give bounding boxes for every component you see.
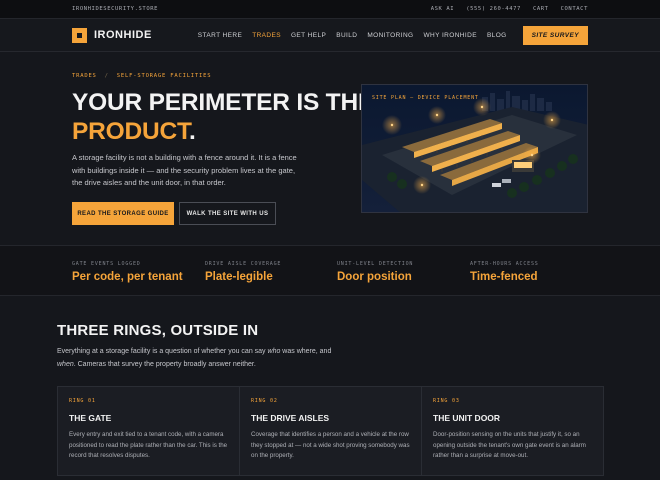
ring-card-drive-aisles: RING 02 THE DRIVE AISLES Coverage that i… — [239, 386, 422, 476]
brand-name: IRONHIDE — [94, 29, 152, 41]
nav-blog[interactable]: BLOG — [487, 32, 507, 39]
intro-emphasis-who: who — [267, 348, 281, 355]
stat-value: Per code, per tenant — [72, 271, 183, 283]
intro-text: was where, and — [280, 348, 332, 355]
hero-title-accent: PRODUCT — [72, 118, 190, 145]
ring-card-gate: RING 01 THE GATE Every entry and exit ti… — [57, 386, 240, 476]
breadcrumb-separator: / — [104, 73, 109, 79]
site-plan-image: SITE PLAN — DEVICE PLACEMENT — [361, 84, 588, 213]
ring-number: RING 01 — [69, 398, 96, 404]
section-intro: Everything at a storage facility is a qu… — [57, 346, 347, 371]
breadcrumb-trades[interactable]: TRADES — [72, 73, 97, 79]
site-survey-button[interactable]: SITE SURVEY — [522, 25, 588, 45]
main-nav: START HERE TRADES GET HELP BUILD MONITOR… — [198, 25, 588, 45]
hero-title-line1: YOUR PERIMETER IS THE — [72, 89, 375, 116]
nav-monitoring[interactable]: MONITORING — [367, 32, 413, 39]
walk-site-button[interactable]: WALK THE SITE WITH US — [179, 202, 276, 225]
stat-after-hours: AFTER-HOURS ACCESS Time-fenced — [470, 261, 539, 283]
ring-description: Door-position sensing on the units that … — [433, 431, 586, 459]
utility-links: ASK AI (555) 260-4477 CART CONTACT — [431, 6, 588, 12]
nav-get-help[interactable]: GET HELP — [291, 32, 326, 39]
stat-label: GATE EVENTS LOGGED — [72, 261, 141, 267]
section-title: THREE RINGS, OUTSIDE IN — [57, 322, 259, 339]
ring-description: Every entry and exit tied to a tenant co… — [69, 431, 228, 459]
phone-link[interactable]: (555) 260-4477 — [466, 6, 521, 12]
nav-why-ironhide[interactable]: WHY IRONHIDE — [424, 32, 477, 39]
logo-icon — [72, 27, 87, 43]
breadcrumb: TRADES / SELF-STORAGE FACILITIES — [72, 73, 211, 79]
intro-text: Everything at a storage facility is a qu… — [57, 348, 268, 355]
ring-card-unit-door: RING 03 THE UNIT DOOR Door-position sens… — [421, 386, 604, 476]
ring-title: THE GATE — [69, 413, 112, 423]
nav-trades[interactable]: TRADES — [252, 32, 281, 39]
brand-logo[interactable]: IRONHIDE — [72, 27, 152, 43]
stat-unit-detection: UNIT-LEVEL DETECTION Door position — [337, 261, 413, 283]
stat-value: Door position — [337, 271, 412, 283]
nav-build[interactable]: BUILD — [336, 32, 357, 39]
hero-title-period: . — [189, 118, 196, 145]
stat-value: Plate-legible — [205, 271, 273, 283]
ring-description: Coverage that identifies a person and a … — [251, 431, 410, 459]
stat-label: DRIVE AISLE COVERAGE — [205, 261, 282, 267]
ask-ai-link[interactable]: ASK AI — [431, 6, 454, 12]
nav-start-here[interactable]: START HERE — [198, 32, 242, 39]
ring-number: RING 03 — [433, 398, 460, 404]
read-guide-button[interactable]: READ THE STORAGE GUIDE — [72, 202, 174, 225]
stat-drive-aisle: DRIVE AISLE COVERAGE Plate-legible — [205, 261, 281, 283]
stat-label: AFTER-HOURS ACCESS — [470, 261, 539, 267]
breadcrumb-current: SELF-STORAGE FACILITIES — [116, 73, 212, 79]
site-plan-illustration — [362, 85, 587, 212]
hero-description: A storage facility is not a building wit… — [72, 153, 297, 187]
hero-title: YOUR PERIMETER IS THE PRODUCT. — [72, 88, 374, 146]
utility-bar: IRONHIDESECURITY.STORE ASK AI (555) 260-… — [0, 0, 660, 19]
intro-text: . Cameras that survey the property broad… — [73, 360, 256, 368]
contact-link[interactable]: CONTACT — [561, 6, 588, 12]
stats-band: GATE EVENTS LOGGED Per code, per tenant … — [0, 245, 660, 296]
stat-gate-events: GATE EVENTS LOGGED Per code, per tenant — [72, 261, 183, 283]
cart-link[interactable]: CART — [533, 6, 549, 12]
stat-label: UNIT-LEVEL DETECTION — [337, 261, 414, 267]
site-plan-caption: SITE PLAN — DEVICE PLACEMENT — [372, 95, 479, 101]
stat-value: Time-fenced — [470, 271, 538, 283]
site-header: IRONHIDE START HERE TRADES GET HELP BUIL… — [0, 19, 660, 52]
site-domain: IRONHIDESECURITY.STORE — [72, 6, 159, 12]
ring-title: THE UNIT DOOR — [433, 413, 501, 423]
intro-emphasis-when: when — [57, 360, 74, 368]
ring-number: RING 02 — [251, 398, 278, 404]
ring-title: THE DRIVE AISLES — [251, 413, 330, 423]
